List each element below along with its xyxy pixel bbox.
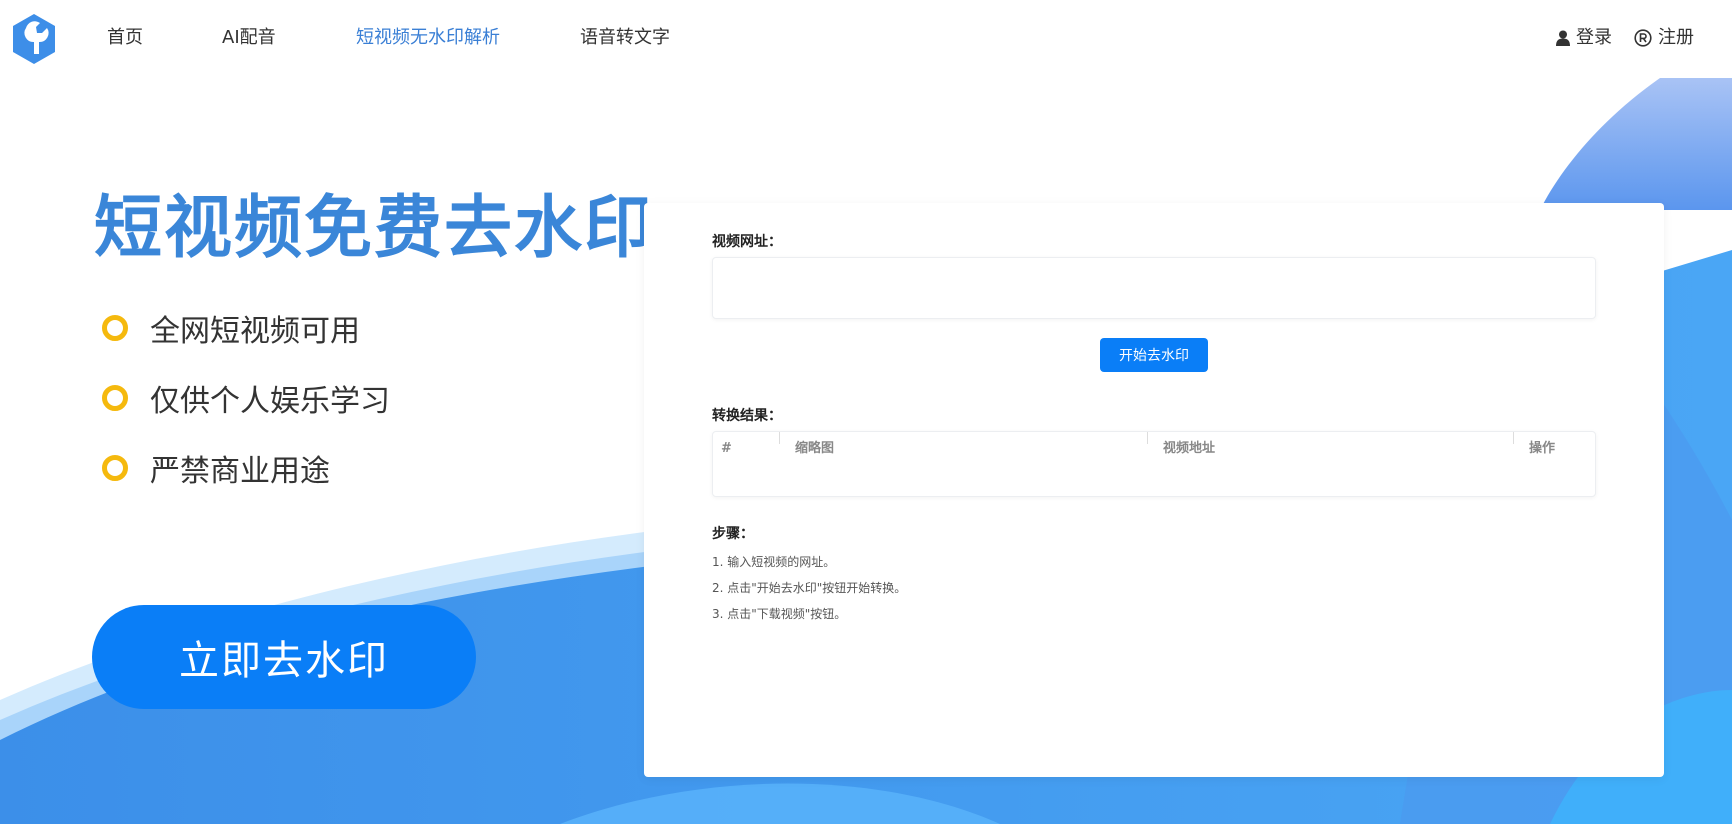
registered-icon: [1634, 29, 1652, 47]
column-divider: [1147, 432, 1148, 444]
table-header-action: 操作: [1529, 441, 1556, 456]
register-label: 注册: [1658, 27, 1694, 48]
hero-title: 短视频免费去水印: [94, 188, 655, 268]
step-item: 3. 点击"下载视频"按钮。: [712, 607, 847, 621]
page: 首页 AI配音 短视频无水印解析 语音转文字 登录 注册 短视频免费去水印 全网…: [0, 0, 1732, 824]
steps-list: 1. 输入短视频的网址。 2. 点击"开始去水印"按钮开始转换。 3. 点击"下…: [712, 549, 906, 627]
feature-text: 严禁商业用途: [150, 454, 330, 489]
steps-label: 步骤：: [712, 526, 754, 542]
feature-text: 仅供个人娱乐学习: [150, 384, 390, 419]
start-now-button[interactable]: 立即去水印: [92, 605, 476, 709]
feature-item: 严禁商业用途: [102, 448, 390, 489]
nav-video-watermark[interactable]: 短视频无水印解析: [356, 26, 500, 50]
ring-bullet-icon: [102, 315, 128, 341]
register-link[interactable]: 注册: [1634, 26, 1694, 50]
url-label: 视频网址：: [712, 234, 782, 250]
table-header-video-url: 视频地址: [1163, 441, 1216, 456]
feature-item: 全网短视频可用: [102, 308, 390, 349]
login-link[interactable]: 登录: [1556, 26, 1612, 50]
video-url-input[interactable]: [712, 257, 1596, 319]
step-item: 1. 输入短视频的网址。: [712, 555, 836, 569]
user-icon: [1556, 30, 1570, 46]
feature-list: 全网短视频可用 仅供个人娱乐学习 严禁商业用途: [102, 308, 390, 518]
feature-text: 全网短视频可用: [150, 314, 360, 349]
main-nav: 首页 AI配音 短视频无水印解析 语音转文字: [0, 0, 1732, 76]
start-remove-watermark-button[interactable]: 开始去水印: [1100, 338, 1208, 372]
result-table: # 缩略图 视频地址 操作: [712, 431, 1596, 497]
nav-speech-to-text[interactable]: 语音转文字: [580, 26, 670, 50]
nav-home[interactable]: 首页: [107, 26, 143, 50]
column-divider: [1513, 432, 1514, 444]
table-header-thumbnail: 缩略图: [795, 441, 835, 456]
nav-ai-dubbing[interactable]: AI配音: [222, 26, 276, 50]
result-label: 转换结果：: [712, 408, 782, 424]
table-header-index: #: [721, 441, 732, 456]
feature-item: 仅供个人娱乐学习: [102, 378, 390, 419]
step-item: 2. 点击"开始去水印"按钮开始转换。: [712, 581, 907, 595]
column-divider: [779, 432, 780, 444]
watermark-form-card: 视频网址： 开始去水印 转换结果： # 缩略图 视频地址 操作 步骤： 1. 输…: [644, 203, 1664, 777]
ring-bullet-icon: [102, 385, 128, 411]
ring-bullet-icon: [102, 455, 128, 481]
login-label: 登录: [1576, 27, 1612, 48]
top-navbar: 首页 AI配音 短视频无水印解析 语音转文字 登录 注册: [0, 0, 1732, 76]
